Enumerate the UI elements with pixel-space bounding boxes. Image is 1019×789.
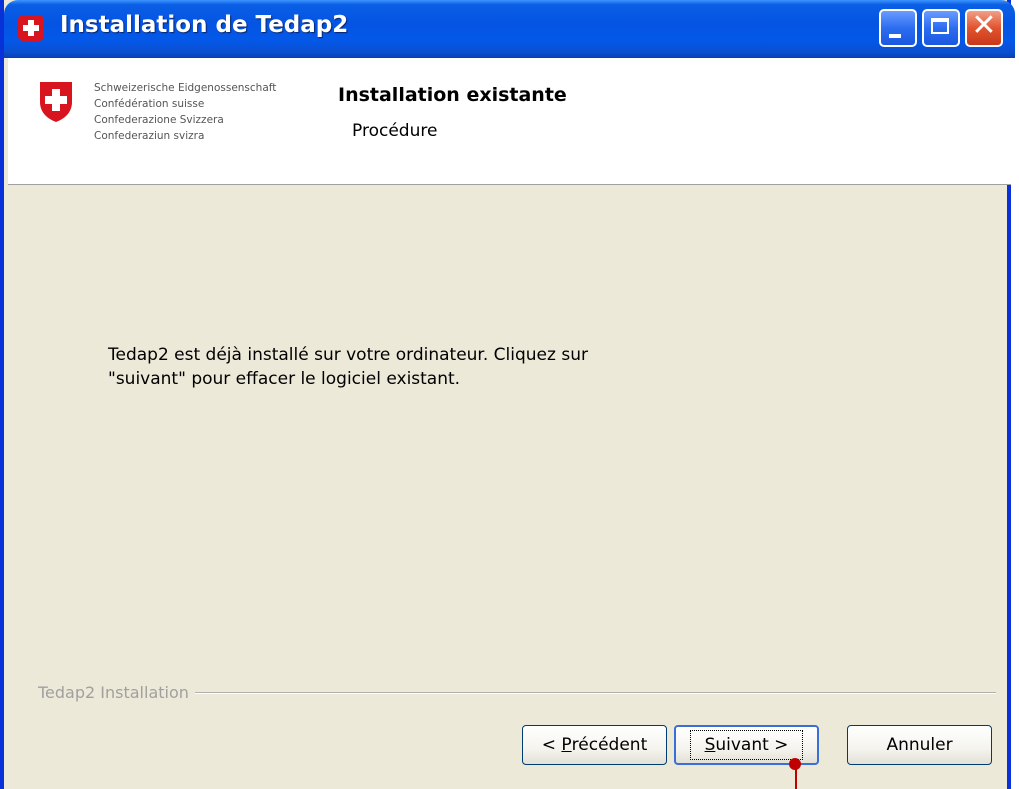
previous-accel: P xyxy=(561,735,572,755)
org-name-de: Schweizerische Eidgenossenschaft xyxy=(94,82,277,94)
step-title: Installation existante xyxy=(338,84,567,106)
step-subtitle: Procédure xyxy=(352,121,438,141)
title-bar[interactable]: Installation de Tedap2 ✕ xyxy=(4,0,1015,58)
cancel-label: Annuler xyxy=(886,735,953,755)
close-button[interactable]: ✕ xyxy=(965,8,1003,47)
footer-group-label: Tedap2 Installation xyxy=(38,683,195,702)
next-focus-rect: Suivant > xyxy=(689,730,804,760)
close-icon: ✕ xyxy=(971,8,997,43)
pointer-marker-dot xyxy=(789,758,801,770)
maximize-button[interactable] xyxy=(922,9,960,47)
installer-window: Installation de Tedap2 ✕ Schweizerische … xyxy=(0,0,1015,789)
next-accel: S xyxy=(704,735,716,755)
org-name-rm: Confederaziun svizra xyxy=(94,130,205,142)
minimize-button[interactable] xyxy=(879,9,917,47)
previous-prefix: < xyxy=(541,735,562,755)
previous-button[interactable]: < Précédent xyxy=(522,725,667,765)
message-line-1: Tedap2 est déjà installé sur votre ordin… xyxy=(108,345,588,365)
org-name-fr: Confédération suisse xyxy=(94,98,205,110)
info-message: Tedap2 est déjà installé sur votre ordin… xyxy=(108,343,748,391)
previous-label: récédent xyxy=(571,735,648,755)
confederation-names: Schweizerische Eidgenossenschaft Confédé… xyxy=(94,80,276,144)
swiss-cross-icon xyxy=(18,15,44,41)
window-title: Installation de Tedap2 xyxy=(60,12,349,38)
swiss-shield-icon xyxy=(40,82,72,122)
message-line-2: "suivant" pour effacer le logiciel exist… xyxy=(108,369,461,389)
cancel-button[interactable]: Annuler xyxy=(847,725,992,765)
org-name-it: Confederazione Svizzera xyxy=(94,114,224,126)
header-banner: Schweizerische Eidgenossenschaft Confédé… xyxy=(8,58,1011,185)
next-label: uivant > xyxy=(715,735,789,755)
